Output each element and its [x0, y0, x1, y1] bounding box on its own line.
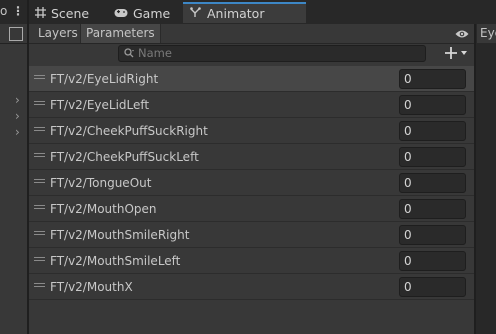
add-parameter-button[interactable] — [444, 43, 472, 63]
parameter-row[interactable]: FT/v2/MouthX 0 — [29, 274, 475, 300]
parameter-value-field[interactable]: 0 — [399, 277, 466, 297]
parameter-row[interactable]: FT/v2/EyeLidRight 0 — [29, 66, 475, 92]
parameter-name[interactable]: FT/v2/EyeLidLeft — [50, 92, 149, 118]
right-tab-label[interactable]: Eye — [480, 26, 496, 40]
parameter-value-field[interactable]: 0 — [399, 69, 466, 89]
left-panel — [0, 0, 28, 334]
parameter-value-field[interactable]: 0 — [399, 251, 466, 271]
parameter-row[interactable]: FT/v2/MouthSmileRight 0 — [29, 222, 475, 248]
search-placeholder: Name — [138, 46, 172, 60]
grid-icon — [35, 6, 46, 21]
chevron-right-icon[interactable]: › — [15, 125, 20, 139]
parameter-name[interactable]: FT/v2/CheekPuffSuckRight — [50, 118, 208, 144]
chevron-right-icon[interactable]: › — [15, 109, 20, 123]
parameter-name[interactable]: FT/v2/CheekPuffSuckLeft — [50, 144, 199, 170]
tab-game[interactable]: Game — [114, 3, 170, 24]
tab-animator-label: Animator — [207, 6, 265, 21]
parameter-row[interactable]: FT/v2/MouthSmileLeft 0 — [29, 248, 475, 274]
parameter-name[interactable]: FT/v2/TongueOut — [50, 170, 151, 196]
scene-tool-icon[interactable] — [9, 27, 23, 41]
parameter-value-field[interactable]: 0 — [399, 225, 466, 245]
drag-handle-icon[interactable] — [34, 127, 45, 133]
search-icon — [124, 47, 135, 61]
left-more-icon[interactable]: ⋮ — [12, 3, 24, 19]
tab-scene-label: Scene — [51, 6, 90, 21]
animator-subtabs: Layers Parameters — [29, 24, 475, 44]
tab-layers[interactable]: Layers — [33, 24, 83, 43]
eye-icon[interactable] — [455, 28, 469, 42]
parameter-name[interactable]: FT/v2/MouthOpen — [50, 196, 157, 222]
drag-handle-icon[interactable] — [34, 75, 45, 81]
left-divider — [0, 43, 28, 44]
drag-handle-icon[interactable] — [34, 179, 45, 185]
parameter-row[interactable]: FT/v2/MouthOpen 0 — [29, 196, 475, 222]
drag-handle-icon[interactable] — [34, 231, 45, 237]
parameter-row[interactable]: FT/v2/TongueOut 0 — [29, 170, 475, 196]
parameter-value-field[interactable]: 0 — [399, 147, 466, 167]
tab-animator[interactable]: Animator — [183, 2, 306, 23]
parameter-name[interactable]: FT/v2/MouthX — [50, 274, 133, 300]
drag-handle-icon[interactable] — [34, 205, 45, 211]
drag-handle-icon[interactable] — [34, 101, 45, 107]
left-tab-label[interactable]: o — [0, 4, 7, 18]
parameter-name[interactable]: FT/v2/MouthSmileLeft — [50, 248, 180, 274]
parameter-value-field[interactable]: 0 — [399, 121, 466, 141]
tab-scene[interactable]: Scene — [35, 3, 89, 24]
parameter-value-field[interactable]: 0 — [399, 199, 466, 219]
parameter-value-field[interactable]: 0 — [399, 95, 466, 115]
parameter-row[interactable]: FT/v2/CheekPuffSuckLeft 0 — [29, 144, 475, 170]
parameter-row[interactable]: FT/v2/EyeLidLeft 0 — [29, 92, 475, 118]
parameter-name[interactable]: FT/v2/MouthSmileRight — [50, 222, 189, 248]
parameter-row[interactable]: FT/v2/CheekPuffSuckRight 0 — [29, 118, 475, 144]
right-panel — [476, 24, 496, 334]
editor-tab-bar: Scene Game Animator — [29, 0, 496, 24]
parameter-value-field[interactable]: 0 — [399, 173, 466, 193]
drag-handle-icon[interactable] — [34, 153, 45, 159]
gamepad-icon — [114, 6, 128, 21]
drag-handle-icon[interactable] — [34, 283, 45, 289]
tab-game-label: Game — [133, 6, 171, 21]
tab-parameters[interactable]: Parameters — [80, 24, 161, 43]
drag-handle-icon[interactable] — [34, 257, 45, 263]
animator-icon — [190, 6, 202, 21]
parameter-name[interactable]: FT/v2/EyeLidRight — [50, 66, 158, 92]
chevron-right-icon[interactable]: › — [15, 93, 20, 107]
